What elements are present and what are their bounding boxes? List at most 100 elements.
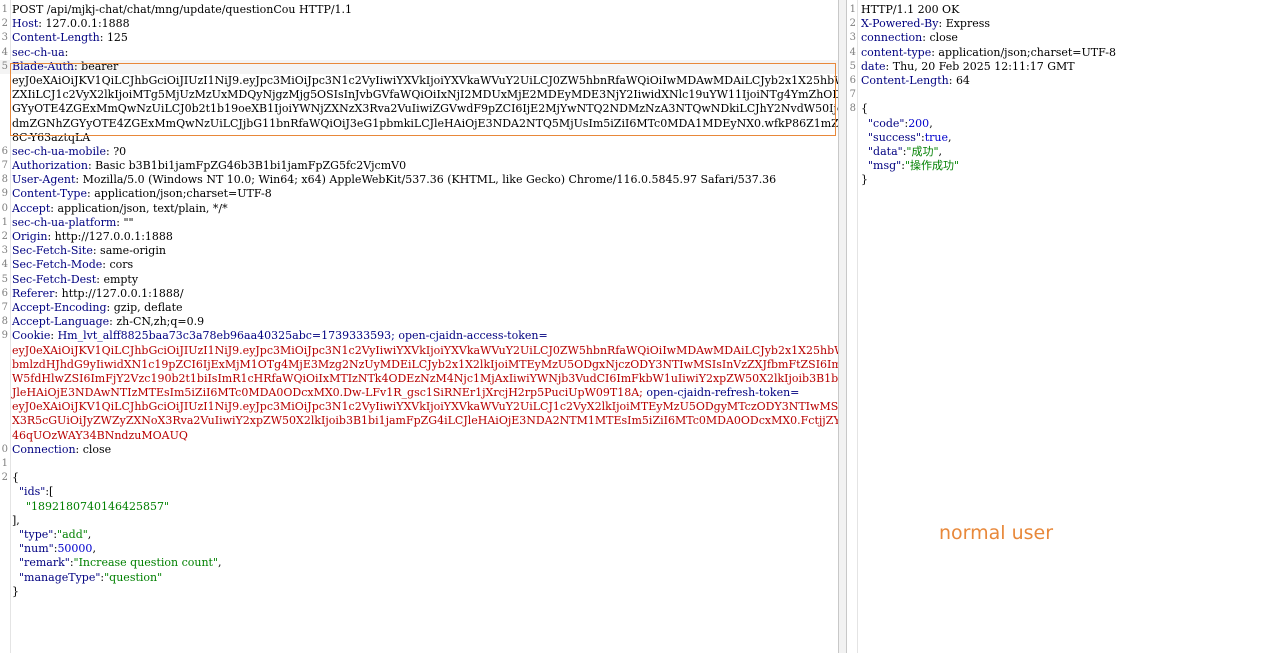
request-line: 6 Referer: http://127.0.0.1:1888/ [0,287,838,301]
request-line: "remark":"Increase question count", [0,556,838,570]
header-separator: : [75,173,83,187]
header-value: Express [945,17,991,31]
line-number: 4 [849,46,856,58]
json-value: 50000 [57,542,93,556]
request-editor[interactable]: 1 POST /api/mjkj-chat/chat/mng/update/que… [0,0,838,653]
json-punct: } [861,173,868,187]
header-value: http://127.0.0.1:1888 [54,230,173,243]
line-content: User-Agent: Mozilla/5.0 (Windows NT 10.0… [12,173,776,187]
request-line: ], [0,514,838,528]
response-line: 7 [847,88,1280,102]
line-number: 7 [1,301,8,313]
json-key: "remark" [19,556,70,570]
cookie-value: Hm_lvt_alff8825baa73c3a78eb96aa40325abc=… [57,329,548,343]
json-value: 200 [908,116,930,130]
line-number: 9 [1,330,8,342]
request-line: ZXIiLCJ1c2VyX2lkIjoiMTg5MjUzMzUxMDQyNjgz… [0,88,838,102]
request-line: GYyOTE4ZGExMmQwNzUiLCJ0b2t1b19oeXB1IjoiY… [0,102,838,116]
request-line: 9 Cookie: Hm_lvt_alff8825baa73c3a78eb96aa… [0,329,838,343]
request-line: 5 Blade-Auth: bearer [0,59,838,74]
header-value: Thu, 20 Feb 2025 12:11:17 GMT [892,59,1075,73]
line-content: Host: 127.0.0.1:1888 [12,17,130,31]
line-text: eyJ0eXAiOiJKV1QiLCJhbGciOiJIUzI1NiJ9.eyJ… [12,73,838,87]
header-value: 127.0.0.1:1888 [45,17,130,31]
header-key: User-Agent [12,173,76,187]
line-number: 8 [849,103,856,115]
cookie-value-text: eyJ0eXAiOiJKV1QiLCJhbGciOiJIUzI1NiJ9.eyJ… [12,400,838,414]
header-separator: : [885,59,893,73]
request-line: 4 Sec-Fetch-Mode: cors [0,258,838,272]
header-value: application/json;charset=UTF-8 [94,187,272,201]
request-line: "type":"add", [0,528,838,542]
line-content: eyJ0eXAiOiJKV1QiLCJhbGciOiJIUzI1NiJ9.eyJ… [12,74,838,88]
line-content: "msg":"操作成功" [861,159,959,173]
line-number: 4 [1,46,8,58]
json-value: "成功" [906,144,939,158]
line-text: GYyOTE4ZGExMmQwNzUiLCJ0b2t1b19oeXB1IjoiY… [12,102,838,116]
line-number: 7 [849,89,856,101]
annotation-label: normal user [939,522,1054,544]
request-line: 8C-Y63aztqLA [0,131,838,145]
header-key: Sec-Fetch-Mode [12,258,103,272]
line-content: Referer: http://127.0.0.1:1888/ [12,287,184,301]
header-key: content-type [861,45,932,59]
header-separator: : [938,17,946,31]
header-separator: : [47,230,55,243]
request-line: 9 Content-Type: application/json;charset=… [0,187,838,201]
line-content: eyJ0eXAiOiJKV1QiLCJhbGciOiJIUzI1NiJ9.eyJ… [12,344,838,358]
json-value: "Increase question count" [73,556,219,570]
request-line: JleHAiOjE3NDAwNTIzMTEsIm5iZiI6MTc0MDA0OD… [0,386,838,400]
line-text: ZXIiLCJ1c2VyX2lkIjoiMTg5MjUzMzUxMDQyNjgz… [12,88,838,102]
line-number: 2 [1,18,8,30]
json-key: "data" [868,144,903,158]
line-content: "success":true, [861,131,951,145]
cookie-value-text: 46qUOzWAY34BNndzuMOAUQ [12,428,188,442]
response-line: "success":true, [847,131,1280,145]
line-content: { [861,102,868,116]
line-content: Connection: close [12,443,111,457]
line-content: "1892180740146425857" [12,500,169,514]
pane-splitter[interactable] [838,0,847,653]
response-viewer[interactable]: 1 HTTP/1.1 200 OK 2 X-Powered-By: Express 3 c… [847,0,1280,653]
json-punct: { [12,471,19,485]
line-number: 0 [1,443,8,455]
line-number: 6 [849,74,856,86]
header-value: bearer [81,59,119,73]
request-line: W5fdHlwZSI6ImFjY2Vzc190b2t1biIsImR1cHRfa… [0,372,838,386]
header-separator: : [102,258,110,272]
line-text: dmZGNhZGYyOTE4ZGExMmQwNzUiLCJjbG11bnRfaW… [12,116,838,130]
header-value: "" [123,215,134,229]
header-key: Referer [12,286,55,300]
line-content: Accept-Language: zh-CN,zh;q=0.9 [12,315,204,329]
response-line: 5 date: Thu, 20 Feb 2025 12:11:17 GMT [847,60,1280,74]
header-separator: : [50,329,58,343]
json-string: "1892180740146425857" [12,499,170,513]
header-value: zh-CN,zh;q=0.9 [116,315,205,329]
header-separator: : [92,244,101,258]
line-content: "type":"add", [12,528,91,542]
request-line: 3 Sec-Fetch-Site: same-origin [0,244,838,258]
line-content: content-type: application/json;charset=U… [861,46,1116,60]
line-text: HTTP/1.1 200 OK [861,3,960,16]
line-content: eyJ0eXAiOiJKV1QiLCJhbGciOiJIUzI1NiJ9.eyJ… [12,400,838,414]
line-content: connection: close [861,31,958,45]
json-key: "success" [868,130,921,144]
line-content: "code":200, [861,117,933,131]
request-line: X3R5cGUiOiJyZWZyZXNoX3Rva2VuIiwiY2xpZW50… [0,414,838,428]
request-line: "ids":[ [0,485,838,499]
line-content: Authorization: Basic b3B1bi1jamFpZG46b3B… [12,159,406,173]
response-line: 8{ [847,102,1280,116]
line-content: { [12,471,19,485]
request-line: eyJ0eXAiOiJKV1QiLCJhbGciOiJIUzI1NiJ9.eyJ… [0,74,838,88]
json-value: "操作成功" [904,159,960,173]
request-line: dmZGNhZGYyOTE4ZGExMmQwNzUiLCJjbG11bnRfaW… [0,117,838,131]
header-key: Accept-Encoding [12,300,107,314]
line-content: Origin: http://127.0.0.1:1888 [12,230,173,244]
line-content: } [12,585,19,599]
